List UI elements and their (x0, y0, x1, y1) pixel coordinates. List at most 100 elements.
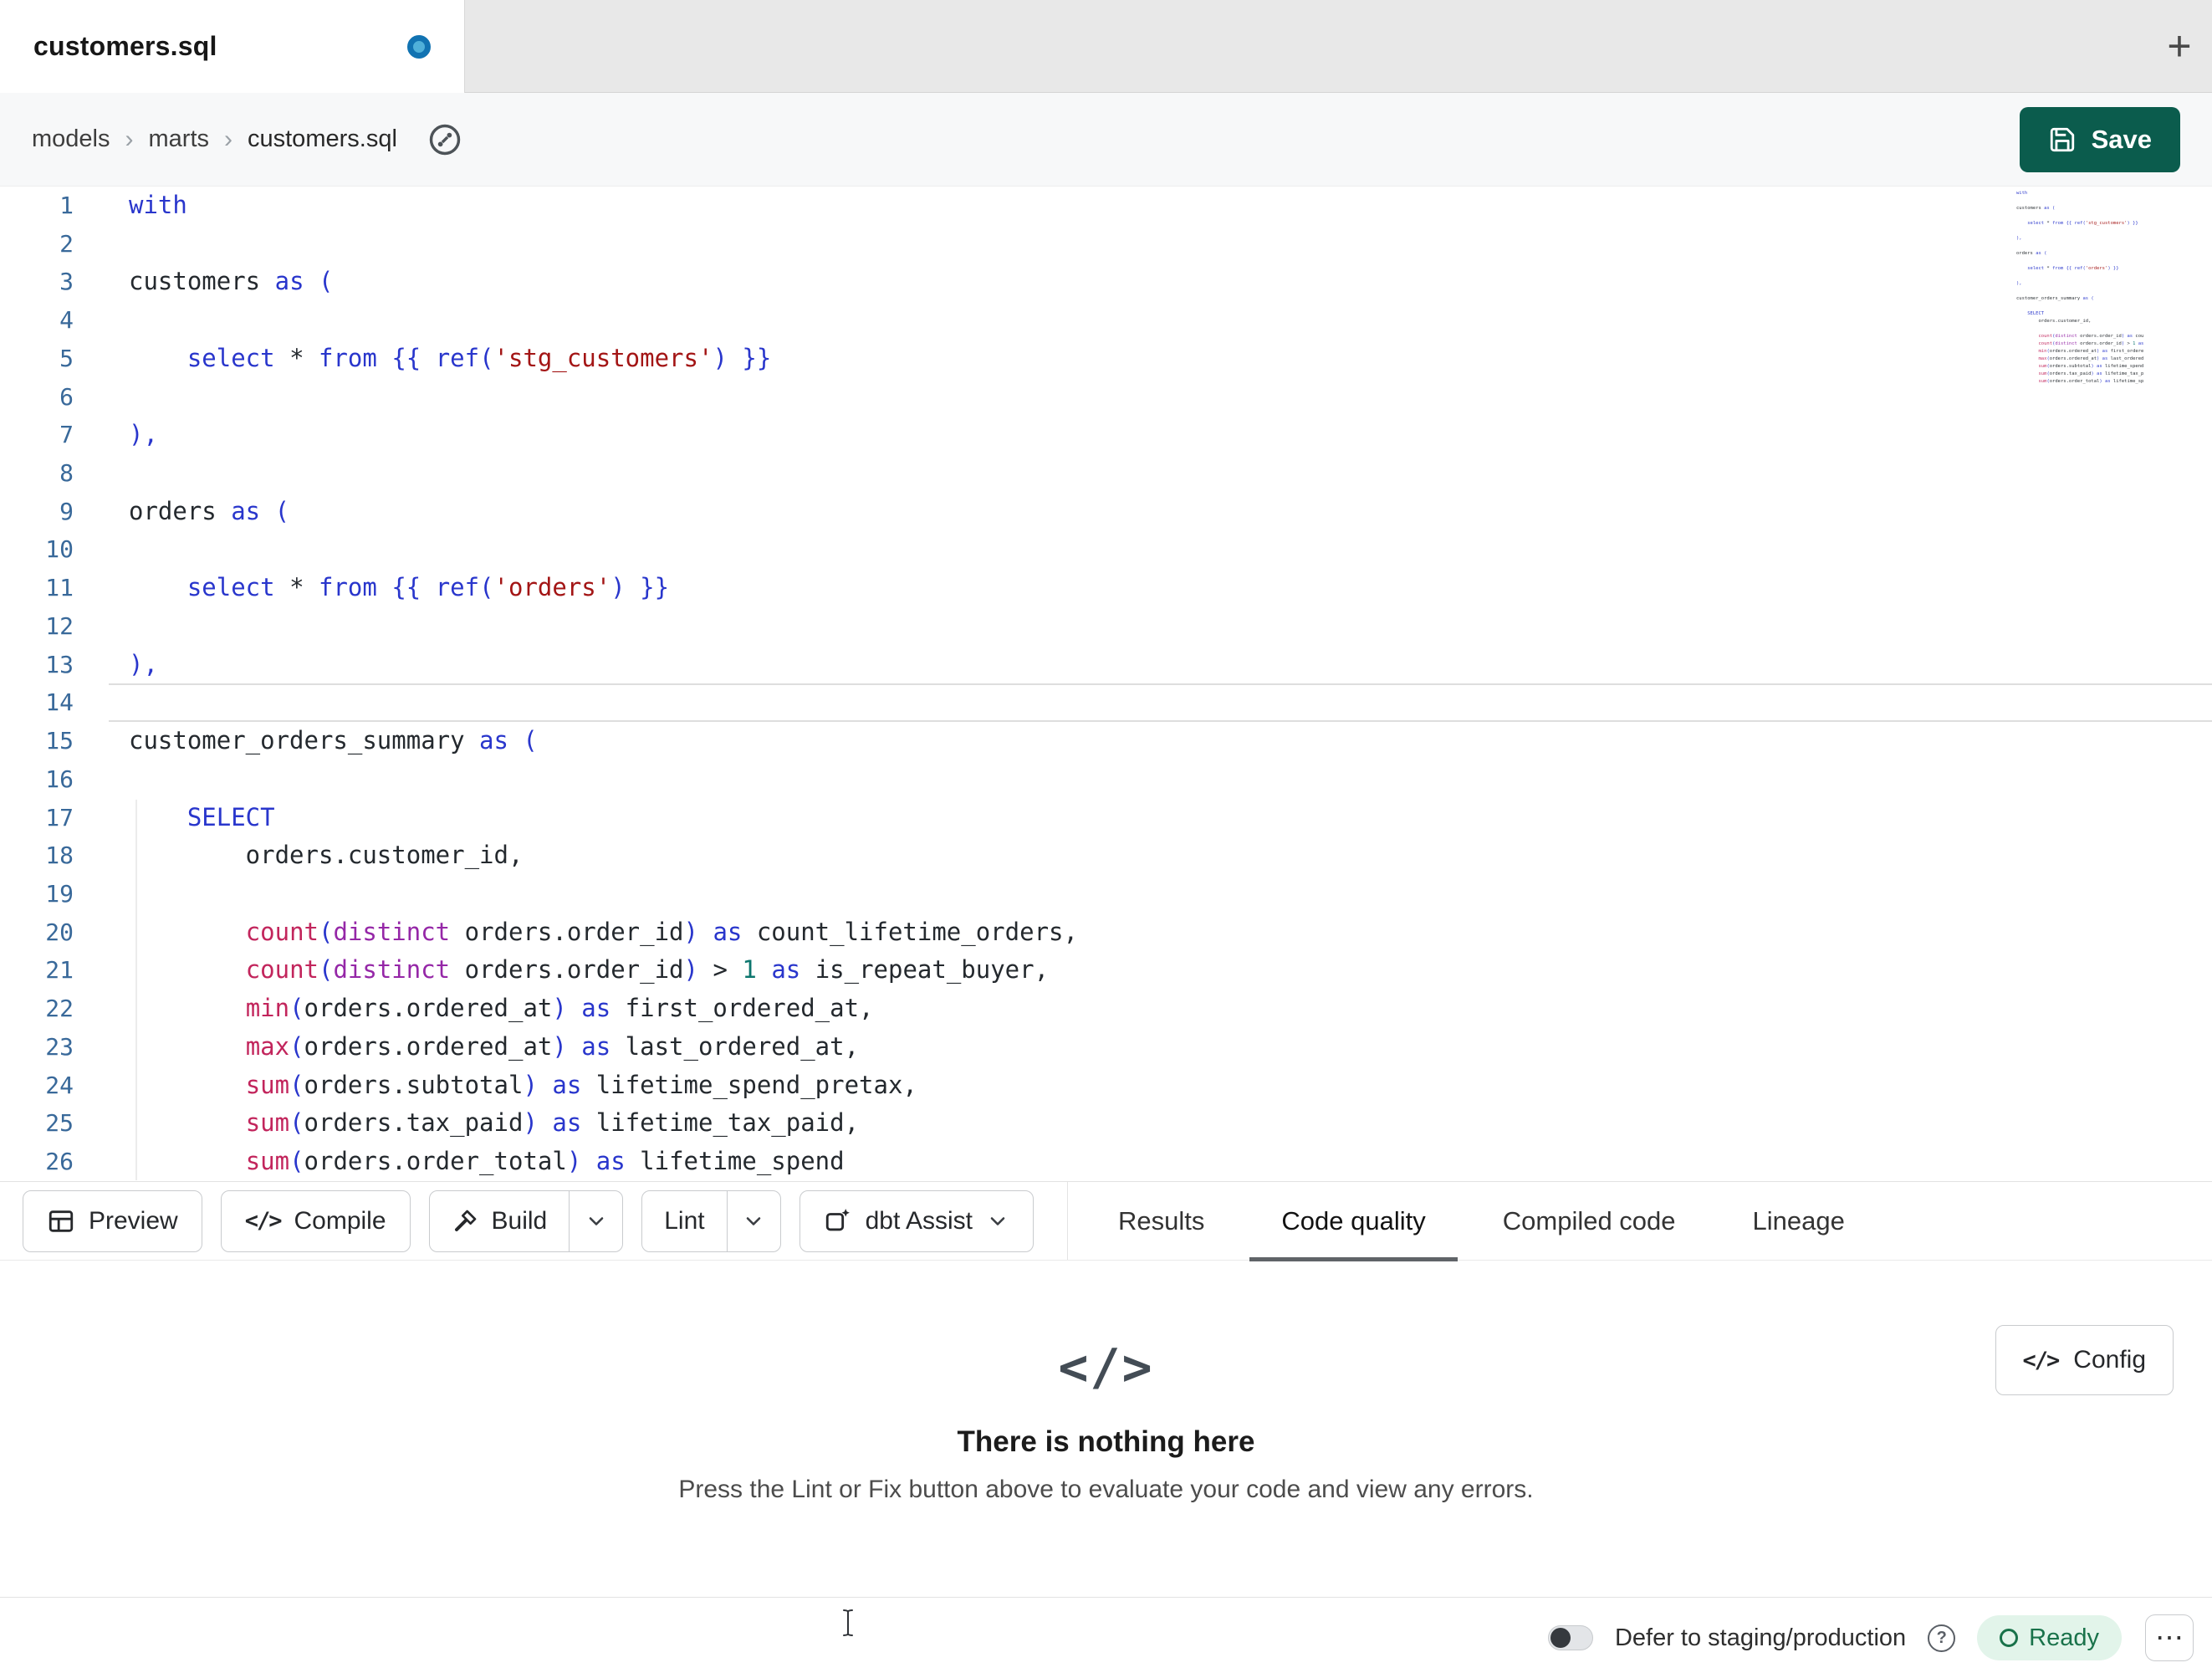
minimap-line: sum(orders.tax_paid) as lifetime_tax_pai… (2038, 371, 2144, 376)
dbt-ide: customers.sql + models › marts › customers.s… (0, 0, 2212, 1678)
build-dropdown-button[interactable] (569, 1190, 622, 1251)
code-line[interactable]: 8 (0, 454, 2212, 493)
code-line[interactable]: 26 sum(orders.order_total) as lifetime_s… (0, 1143, 2212, 1181)
code-line[interactable]: 21 count(distinct orders.order_id) > 1 a… (0, 951, 2212, 990)
minimap-line (2016, 273, 2143, 280)
status-bar-right: Defer to staging/production ? Ready ⋯ (1547, 1614, 2194, 1661)
code-line[interactable]: 22 min(orders.ordered_at) as first_order… (0, 990, 2212, 1028)
file-tab-title: customers.sql (33, 31, 217, 61)
empty-state: </> There is nothing here Press the Lint… (0, 1261, 2212, 1504)
more-options-button[interactable]: ⋯ (2145, 1614, 2194, 1661)
toggle-knob (1550, 1628, 1571, 1648)
plus-icon: + (2167, 23, 2192, 69)
minimap-line (2016, 228, 2143, 235)
code-line[interactable]: 17 SELECT (0, 799, 2212, 837)
code-line[interactable]: 2 (0, 225, 2212, 263)
code-line[interactable]: 14 (0, 683, 2212, 722)
tab-results[interactable]: Results (1080, 1181, 1243, 1261)
code-line[interactable]: 16 (0, 760, 2212, 799)
save-button[interactable]: Save (2019, 106, 2180, 172)
code-line[interactable]: 7), (0, 416, 2212, 454)
minimap-line: customer_orders_summary as ( (2016, 296, 2094, 301)
code-quality-panel: </> Config </> There is nothing here Pre… (0, 1261, 2212, 1597)
code-line[interactable]: 10 (0, 530, 2212, 569)
breadcrumb-item[interactable]: customers.sql (248, 125, 397, 153)
line-number: 3 (59, 268, 74, 296)
dbt-assist-button[interactable]: dbt Assist (799, 1189, 1034, 1252)
line-number: 2 (59, 229, 74, 258)
line-number: 21 (45, 956, 74, 985)
defer-label: Defer to staging/production (1614, 1624, 1907, 1651)
lint-dropdown-button[interactable] (726, 1190, 780, 1251)
build-button[interactable]: Build (430, 1191, 570, 1251)
empty-state-title: There is nothing here (957, 1425, 1255, 1458)
tab-code-quality[interactable]: Code quality (1243, 1181, 1464, 1261)
line-number: 17 (45, 803, 74, 831)
line-number: 22 (45, 995, 74, 1023)
defer-toggle[interactable] (1547, 1625, 1593, 1650)
chevron-down-icon (746, 1216, 761, 1225)
file-tab-customers-sql[interactable]: customers.sql (0, 0, 465, 93)
lint-label: Lint (664, 1206, 705, 1235)
minimap-line (2016, 212, 2143, 220)
code-line[interactable]: 12 (0, 607, 2212, 646)
line-number: 8 (59, 459, 74, 488)
status-bar: Defer to staging/production ? Ready ⋯ (0, 1597, 2212, 1678)
breadcrumb-separator: › (125, 125, 134, 153)
code-editor[interactable]: 1 with 2 3 customers as ( 4 5 select * from {{… (0, 187, 2212, 1181)
assist-sparkle-icon (825, 1208, 850, 1230)
line-number: 12 (45, 611, 74, 640)
line-number: 4 (59, 306, 74, 335)
minimap-line (2016, 243, 2143, 250)
minimap-line (2016, 197, 2143, 205)
code-line[interactable]: 11 select * from {{ ref('orders') }} (0, 569, 2212, 607)
text-cursor (839, 1608, 857, 1642)
code-area: 1 with 2 3 customers as ( 4 5 select * from {{… (0, 187, 2212, 1181)
compile-button[interactable]: </> Compile (220, 1189, 411, 1252)
table-icon (49, 1210, 74, 1232)
code-line[interactable]: 23 max(orders.ordered_at) as last_ordere… (0, 1028, 2212, 1067)
code-line[interactable]: 6 (0, 378, 2212, 417)
minimap[interactable]: with customers as ( select * from {{ ref(… (2016, 190, 2143, 386)
line-number: 16 (45, 765, 74, 793)
code-line[interactable]: 4 (0, 301, 2212, 340)
code-line[interactable]: 20 count(distinct orders.order_id) as co… (0, 913, 2212, 952)
code-line[interactable]: 19 (0, 875, 2212, 913)
lint-button[interactable]: Lint (642, 1191, 726, 1251)
tab-lineage[interactable]: Lineage (1714, 1181, 1883, 1261)
preview-button[interactable]: Preview (23, 1189, 202, 1252)
minimap-line (2016, 288, 2143, 295)
code-line[interactable]: 5 select * from {{ ref('stg_customers') … (0, 340, 2212, 378)
breadcrumb-item[interactable]: models (32, 125, 110, 153)
hammer-icon (454, 1210, 476, 1231)
empty-state-subtitle: Press the Lint or Fix button above to ev… (678, 1476, 1534, 1503)
chevron-down-icon (589, 1216, 604, 1225)
line-number: 13 (45, 650, 74, 678)
tab-compiled-code[interactable]: Compiled code (1464, 1181, 1714, 1261)
line-number: 23 (45, 1032, 74, 1061)
code-line[interactable]: 25 sum(orders.tax_paid) as lifetime_tax_… (0, 1104, 2212, 1143)
code-line[interactable]: 3 customers as ( (0, 263, 2212, 301)
ready-ring-icon (2000, 1629, 2019, 1647)
breadcrumb-bar: models › marts › customers.sql Save (0, 93, 2212, 187)
code-line[interactable]: 24 sum(orders.subtotal) as lifetime_spen… (0, 1067, 2212, 1105)
line-number: 7 (59, 421, 74, 449)
code-line[interactable]: 1 with (0, 187, 2212, 225)
breadcrumb-item[interactable]: marts (149, 125, 210, 153)
minimap-line (2016, 325, 2143, 333)
minimap-line: orders as ( (2016, 251, 2047, 256)
indent-guide (135, 800, 137, 1180)
breadcrumb-separator: › (224, 125, 232, 153)
file-action-button[interactable] (417, 112, 473, 167)
line-number: 9 (59, 497, 74, 525)
code-line[interactable]: 13), (0, 646, 2212, 684)
code-icon: </> (244, 1208, 283, 1234)
dbt-assist-label: dbt Assist (865, 1206, 973, 1235)
code-line[interactable]: 15 customer_orders_summary as ( (0, 722, 2212, 760)
toolbar-divider (1067, 1182, 1069, 1260)
new-tab-button[interactable]: + (2155, 22, 2204, 70)
minimap-line (2016, 303, 2143, 310)
code-line[interactable]: 9 orders as ( (0, 493, 2212, 531)
code-line[interactable]: 18 orders.customer_id, (0, 836, 2212, 875)
help-icon[interactable]: ? (1928, 1624, 1956, 1652)
